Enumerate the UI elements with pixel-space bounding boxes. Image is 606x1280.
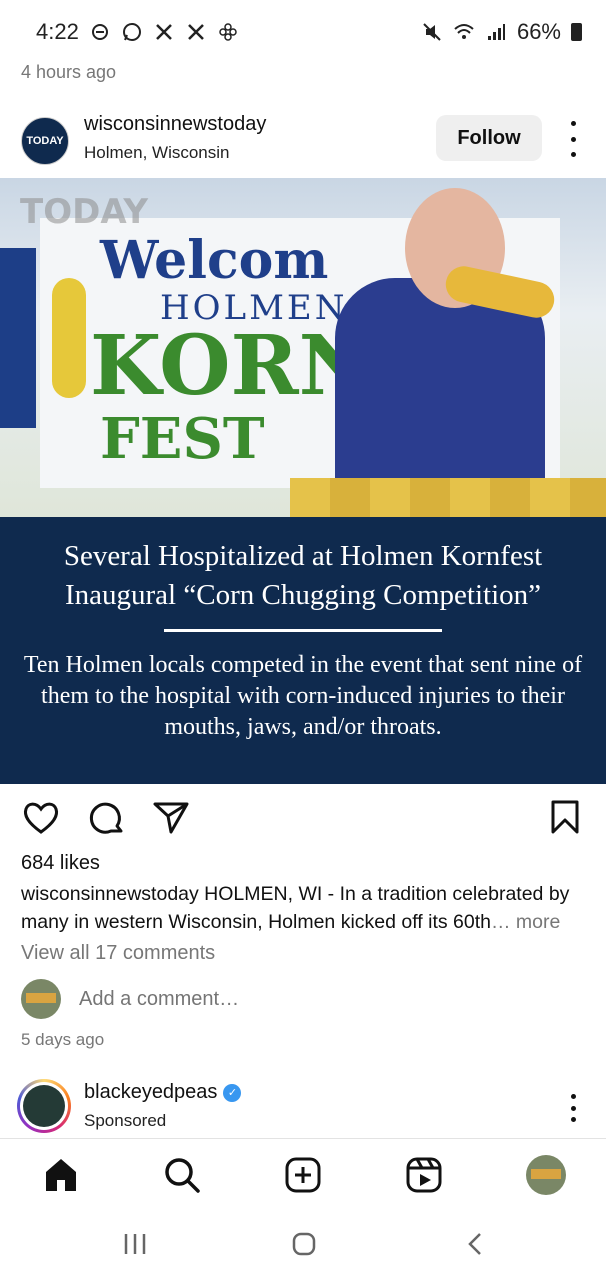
caption-username[interactable]: wisconsinnewstoday: [21, 883, 199, 905]
bottom-navigation: [0, 1138, 606, 1211]
more-options-icon[interactable]: [562, 1094, 584, 1122]
heart-icon[interactable]: [21, 798, 61, 838]
home-button-icon[interactable]: [292, 1232, 316, 1261]
x-icon: [153, 21, 175, 43]
next-post-username-text: blackeyedpeas: [84, 1081, 218, 1103]
whatsapp-icon: [121, 21, 143, 43]
banner-fest-text: FEST: [100, 406, 265, 472]
caption: wisconsinnewstoday HOLMEN, WI - In a tra…: [21, 880, 591, 936]
recent-apps-icon[interactable]: [123, 1232, 147, 1261]
post-username[interactable]: wisconsinnewstoday: [84, 113, 266, 136]
comment-icon[interactable]: [87, 798, 127, 838]
status-left: 4:22: [36, 19, 239, 45]
post-location[interactable]: Holmen, Wisconsin: [84, 143, 230, 163]
search-icon[interactable]: [162, 1155, 202, 1195]
battery-label: 66%: [516, 19, 561, 44]
status-bar: 4:22 66%: [0, 0, 606, 64]
system-navigation: [0, 1210, 606, 1280]
caption-more-link[interactable]: … more: [491, 911, 560, 933]
sponsored-label: Sponsored: [84, 1111, 167, 1130]
status-right: 66%: [421, 19, 582, 45]
headline-panel: Several Hospitalized at Holmen Kornfest …: [0, 517, 606, 784]
add-comment-row: [21, 979, 581, 1021]
next-post-header: blackeyedpeas ✓ Sponsored: [0, 1076, 606, 1136]
pinwheel-icon: [217, 21, 239, 43]
reels-icon[interactable]: [404, 1155, 444, 1195]
post-photo: Welcom HOLMEN KORN FEST TODAY: [0, 178, 606, 517]
status-time: 4:22: [36, 19, 79, 44]
post-avatar[interactable]: TODAY: [21, 117, 69, 165]
corn-graphic: [52, 278, 86, 398]
next-post-username[interactable]: blackeyedpeas ✓: [84, 1081, 242, 1104]
follow-button[interactable]: Follow: [436, 115, 542, 161]
wifi-icon: [453, 21, 475, 43]
user-avatar: [21, 979, 61, 1019]
avatar-text: TODAY: [26, 135, 64, 147]
signal-icon: [485, 21, 507, 43]
share-icon[interactable]: [151, 798, 191, 838]
add-comment-input[interactable]: [77, 987, 346, 1012]
more-options-icon[interactable]: [562, 121, 584, 157]
post-time: 5 days ago: [21, 1030, 105, 1049]
profile-avatar[interactable]: [526, 1155, 566, 1195]
beer-can: [0, 248, 36, 428]
person-eating-corn: [325, 178, 558, 517]
back-icon[interactable]: [464, 1232, 488, 1261]
story-avatar[interactable]: [17, 1079, 71, 1133]
likes-count[interactable]: 684 likes: [21, 852, 100, 875]
create-icon[interactable]: [283, 1155, 323, 1195]
x-icon: [185, 21, 207, 43]
battery-icon: [571, 23, 582, 41]
banner-welcome-text: Welcom: [100, 230, 329, 291]
post-header: TODAY wisconsinnewstoday Holmen, Wiscons…: [0, 107, 606, 177]
subheadline: Ten Holmen locals competed in the event …: [23, 652, 583, 740]
do-not-disturb-icon: [89, 21, 111, 43]
post-actions: [0, 798, 606, 838]
mute-icon: [421, 21, 443, 43]
home-icon[interactable]: [41, 1155, 81, 1195]
watermark-logo: TODAY: [20, 192, 148, 232]
headline: Several Hospitalized at Holmen Kornfest …: [63, 540, 543, 611]
corn-pile: [290, 478, 606, 517]
verified-icon: ✓: [223, 1083, 242, 1102]
previous-post-time: 4 hours ago: [21, 62, 117, 82]
post-image[interactable]: Welcom HOLMEN KORN FEST TODAY Several Ho…: [0, 178, 606, 784]
view-comments-link[interactable]: View all 17 comments: [21, 942, 215, 965]
headline-divider: [164, 629, 442, 632]
bookmark-icon[interactable]: [545, 798, 585, 838]
